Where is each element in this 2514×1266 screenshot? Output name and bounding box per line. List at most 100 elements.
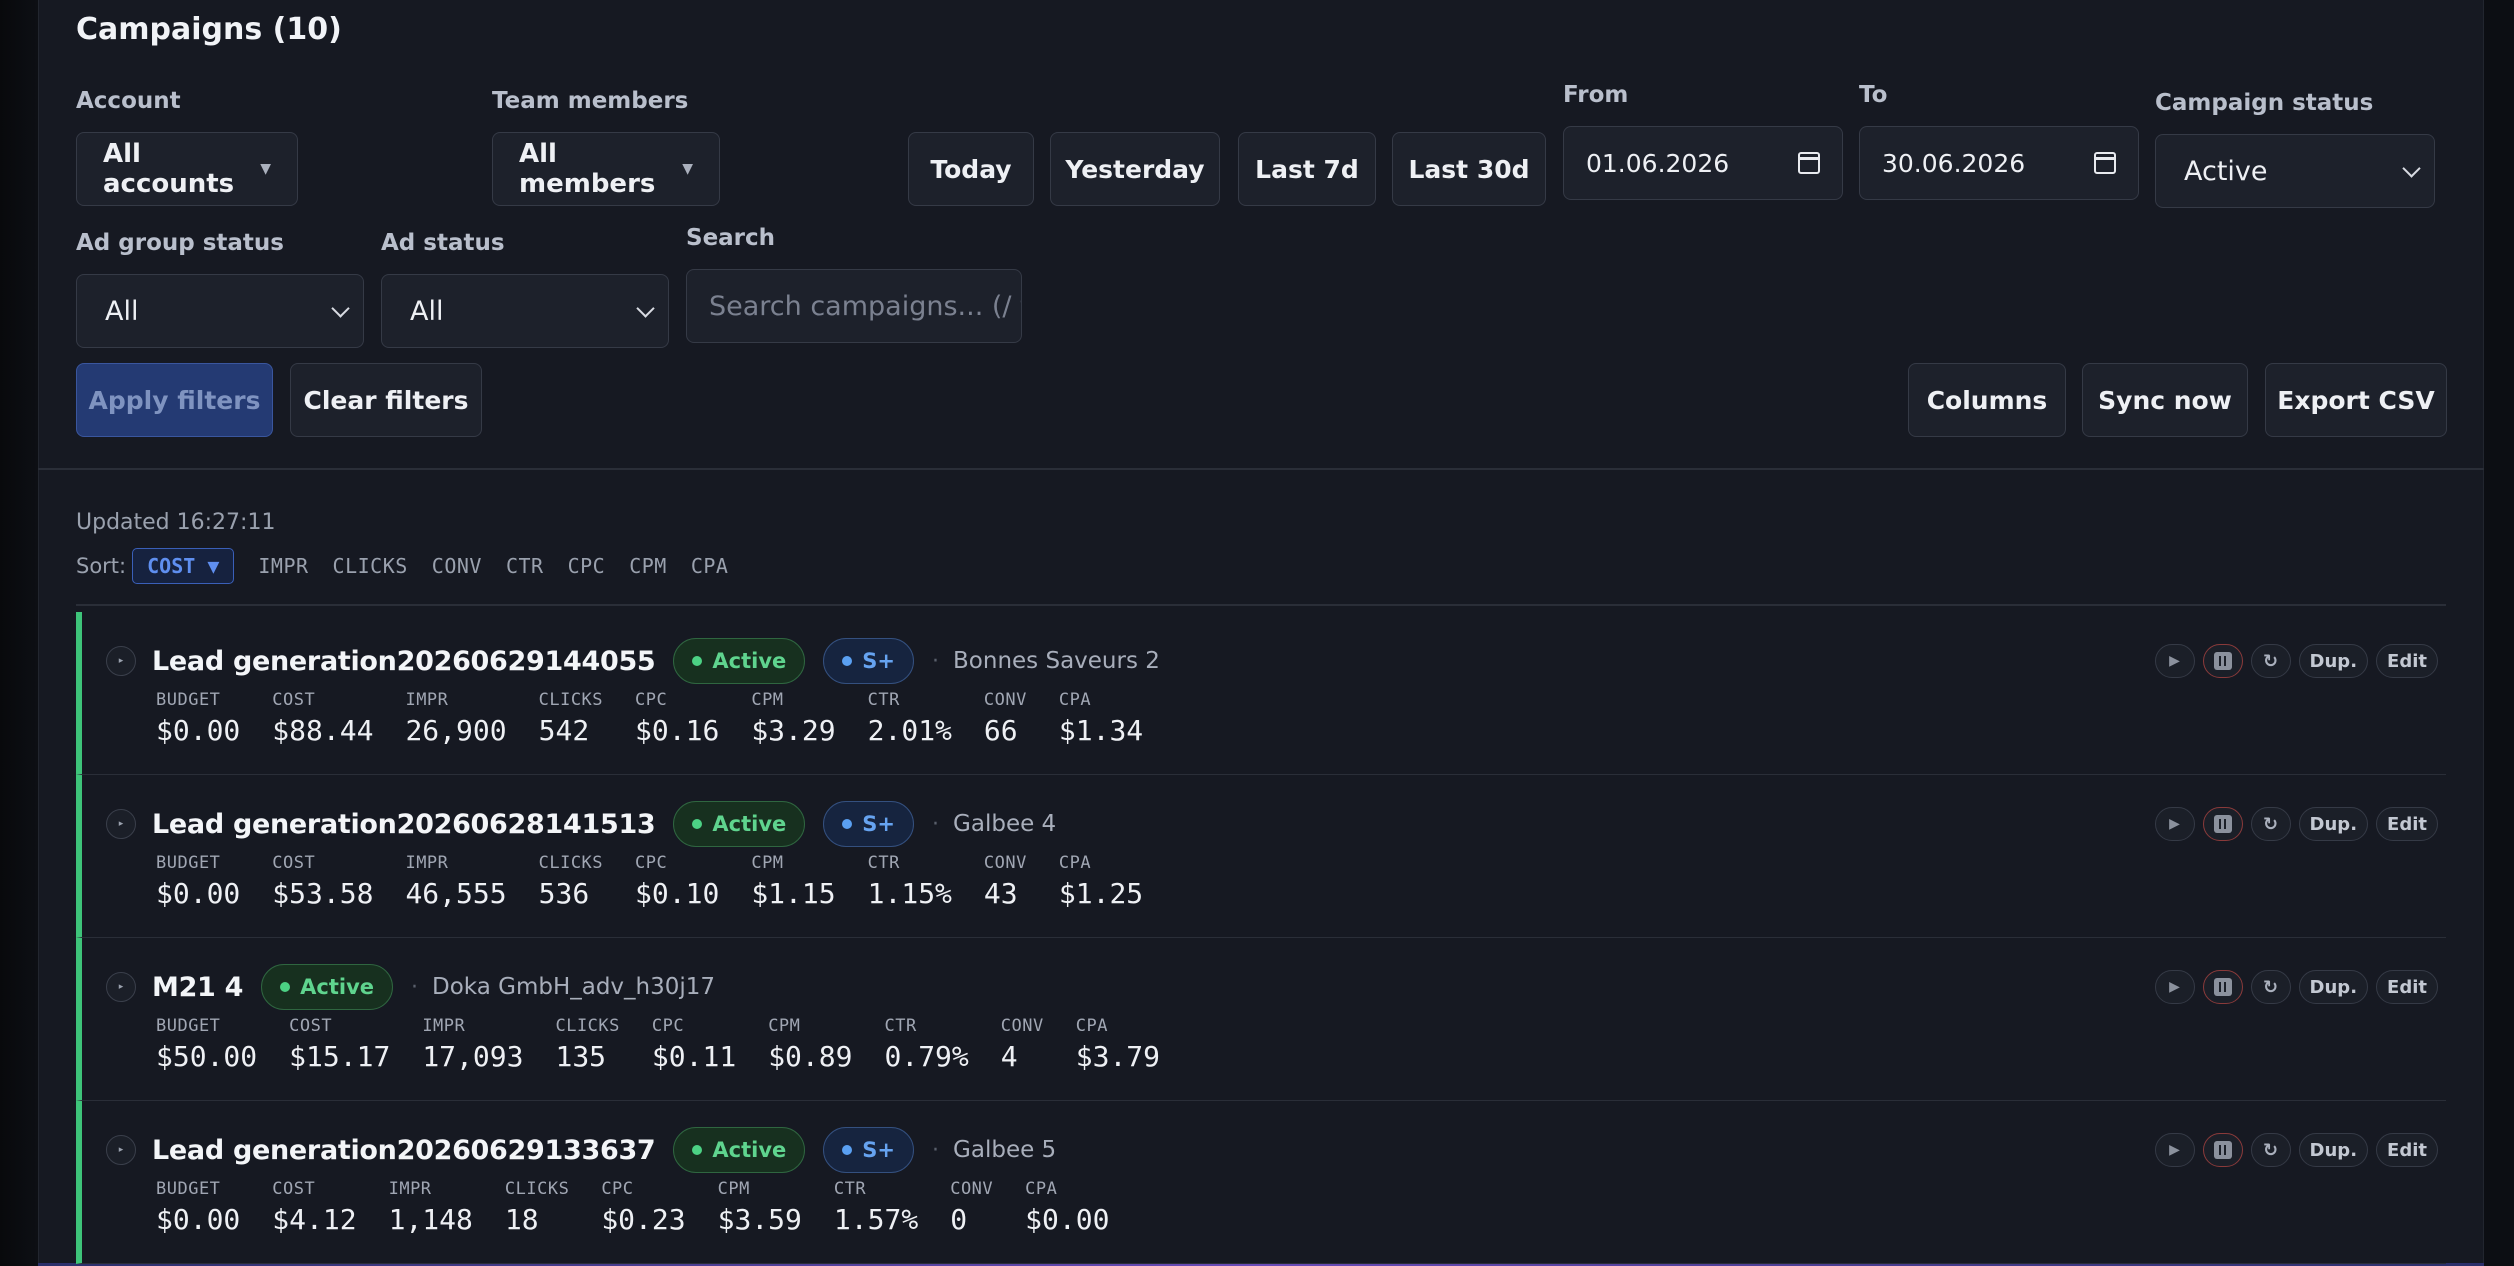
sort-option-cpm[interactable]: CPM [629,554,667,578]
metric-conv: CONV 43 [984,853,1027,910]
metric-impr: IMPR 17,093 [422,1016,523,1073]
to-date-input[interactable]: 30.06.2026 [1859,126,2139,200]
metric-value: $1.34 [1058,714,1144,747]
campaign-status-select[interactable]: Active [2155,134,2435,208]
expand-icon[interactable]: ▸ [106,646,136,676]
sort-option-conv[interactable]: CONV [432,554,482,578]
metrics: BUDGET $0.00 COST $53.58 IMPR 46,555 CLICKS… [156,853,1175,910]
clear-filters-button[interactable]: Clear filters [290,363,482,437]
section-divider [38,468,2484,470]
metric-label: COST [289,1016,333,1036]
refresh-button[interactable]: ↻ [2250,970,2291,1004]
play-button[interactable]: ▶ [2154,970,2195,1004]
metric-conv: CONV 4 [1001,1016,1044,1073]
metric-value: $1.25 [1058,877,1144,910]
to-date-value: 30.06.2026 [1882,148,2026,178]
export-csv-button[interactable]: Export CSV [2265,363,2447,437]
sort-option-cost[interactable]: COST ▼ [132,548,235,584]
campaign-name[interactable]: M21 4 [152,972,243,1003]
last-30d-button[interactable]: Last 30d [1392,132,1546,206]
ad-group-status-select[interactable]: All [76,274,364,348]
metric-value: 542 [538,714,590,747]
sync-now-button[interactable]: Sync now [2082,363,2248,437]
apply-filters-button[interactable]: Apply filters [76,363,273,437]
metric-label: CONV [983,853,1027,873]
metric-cost: COST $88.44 [272,690,373,747]
duplicate-button[interactable]: Dup. [2298,807,2369,841]
metric-value: $4.12 [272,1203,357,1236]
status-dot-icon [692,1145,703,1155]
row-actions: ▶ ↻ Dup. Edit [2147,807,2438,841]
play-button[interactable]: ▶ [2154,644,2195,678]
metric-value: 17,093 [422,1040,524,1073]
team-members-dropdown[interactable]: All members ▼ [492,132,720,206]
campaign-name[interactable]: Lead generation20260628141513 [152,809,656,840]
pause-icon [2213,978,2232,996]
sort-option-ctr[interactable]: CTR [506,554,544,578]
metric-clicks: CLICKS 18 [505,1179,569,1236]
sort-option-impr[interactable]: IMPR [258,554,308,578]
play-button[interactable]: ▶ [2154,1133,2195,1167]
duplicate-button[interactable]: Dup. [2298,644,2369,678]
metric-cpm: CPM $1.15 [751,853,835,910]
metric-value: 18 [504,1203,539,1236]
play-button[interactable]: ▶ [2154,807,2195,841]
campaign-row-header: ▸ M21 4 Active · Doka GmbH_adv_h30j17 [106,964,715,1010]
metric-label: IMPR [422,1016,466,1036]
refresh-button[interactable]: ↻ [2250,807,2291,841]
metric-value: 1.57% [833,1203,919,1236]
edit-button[interactable]: Edit [2376,970,2438,1004]
today-button[interactable]: Today [908,132,1034,206]
expand-icon[interactable]: ▸ [106,1135,136,1165]
campaign-row[interactable]: ▸ Lead generation20260629133637 Active S… [76,1101,2446,1264]
metric-value: 536 [538,877,590,910]
metric-budget: BUDGET $0.00 [156,1179,240,1236]
pause-button[interactable] [2202,807,2243,841]
status-badge: Active [673,801,806,847]
pause-button[interactable] [2202,644,2243,678]
metrics: BUDGET $0.00 COST $88.44 IMPR 26,900 CLICKS… [156,690,1175,747]
expand-icon[interactable]: ▸ [106,809,136,839]
edit-button[interactable]: Edit [2376,807,2438,841]
metric-budget: BUDGET $50.00 [156,1016,257,1073]
campaign-row[interactable]: ▸ M21 4 Active · Doka GmbH_adv_h30j17 BU… [76,938,2446,1101]
metric-value: $0.00 [156,877,241,910]
from-date-input[interactable]: 01.06.2026 [1563,126,1843,200]
account-name: Doka GmbH_adv_h30j17 [432,974,716,1000]
last-7d-button[interactable]: Last 7d [1238,132,1376,206]
metric-cpa: CPA $3.79 [1076,1016,1160,1073]
row-actions: ▶ ↻ Dup. Edit [2147,970,2438,1004]
campaign-row[interactable]: ▸ Lead generation20260628141513 Active S… [76,775,2446,938]
pause-button[interactable] [2202,1133,2243,1167]
columns-button[interactable]: Columns [1908,363,2066,437]
account-dropdown[interactable]: All accounts ▼ [76,132,298,206]
metric-impr: IMPR 46,555 [405,853,506,910]
metric-value: $15.17 [289,1040,391,1073]
tag-dot-icon [842,819,853,829]
duplicate-button[interactable]: Dup. [2298,970,2369,1004]
calendar-icon[interactable] [1798,152,1820,174]
edit-button[interactable]: Edit [2376,644,2438,678]
yesterday-button[interactable]: Yesterday [1050,132,1220,206]
metric-label: IMPR [405,690,449,710]
campaign-name[interactable]: Lead generation20260629144055 [152,646,656,677]
duplicate-button[interactable]: Dup. [2298,1133,2369,1167]
sort-option-cpa[interactable]: CPA [691,554,729,578]
ad-status-select[interactable]: All [381,274,669,348]
status-badge-text: Active [300,975,375,999]
refresh-button[interactable]: ↻ [2250,1133,2291,1167]
sort-option-cpc[interactable]: CPC [568,554,606,578]
metric-cpm: CPM $3.59 [718,1179,802,1236]
expand-icon[interactable]: ▸ [106,972,136,1002]
metric-ctr: CTR 1.15% [868,853,952,910]
pause-icon [2213,1141,2232,1159]
campaign-name[interactable]: Lead generation20260629133637 [152,1135,656,1166]
metric-value: $50.00 [156,1040,258,1073]
campaign-row[interactable]: ▸ Lead generation20260629144055 Active S… [76,612,2446,775]
search-input[interactable]: Search campaigns... (/ t [686,269,1022,343]
sort-option-clicks[interactable]: CLICKS [333,554,408,578]
pause-button[interactable] [2202,970,2243,1004]
refresh-button[interactable]: ↻ [2250,644,2291,678]
calendar-icon[interactable] [2094,152,2116,174]
edit-button[interactable]: Edit [2376,1133,2438,1167]
